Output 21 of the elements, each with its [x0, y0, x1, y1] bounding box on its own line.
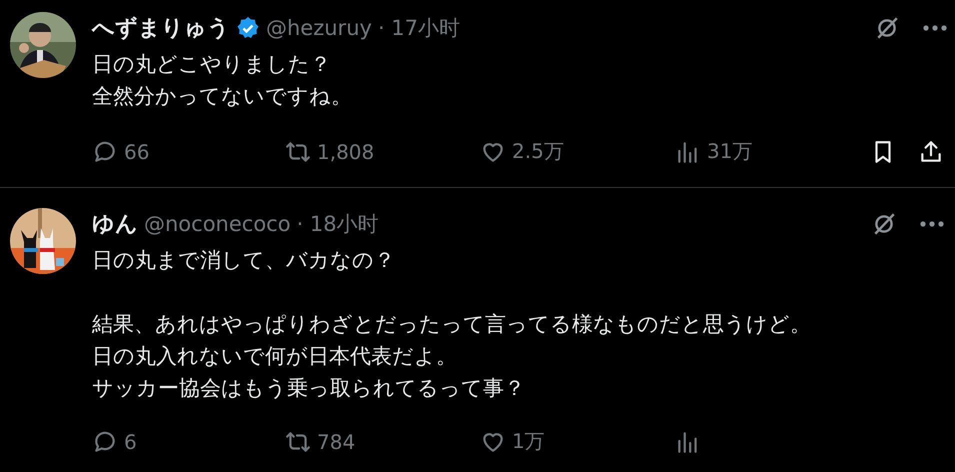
author-name[interactable]: へずまりゅう: [92, 13, 230, 43]
post-text-line: 日の丸入れないで何が日本代表だよ。: [92, 343, 457, 370]
post-text-line: サッカー協会はもう乗っ取られてるって事？: [92, 375, 525, 402]
views-button[interactable]: 31万: [675, 138, 752, 165]
post-text-line: 日の丸どこやりました？: [92, 51, 331, 78]
post-time[interactable]: · 18小时: [296, 210, 379, 238]
author-handle[interactable]: @noconecoco: [144, 212, 291, 236]
repost-button[interactable]: 1,808: [285, 138, 374, 164]
post-text-line: 結果、あれはやっぱりわざとだったって言ってる様なものだと思うけど。: [92, 311, 811, 338]
post-time[interactable]: · 17小时: [378, 14, 460, 42]
author-handle[interactable]: @hezuruy: [266, 16, 372, 40]
like-button[interactable]: 1万: [480, 428, 545, 455]
post-text-line: 全然分かってないですね。: [92, 83, 352, 110]
reply-button[interactable]: 6: [92, 428, 137, 454]
post-text-line: 日の丸まで消して、バカなの？: [92, 247, 395, 274]
like-button[interactable]: 2.5万: [480, 138, 564, 165]
author-name[interactable]: ゆん: [92, 209, 138, 239]
reply-button[interactable]: 66: [92, 138, 150, 164]
more-icon[interactable]: [922, 24, 948, 32]
more-icon[interactable]: [919, 220, 945, 228]
repost-button[interactable]: 784: [285, 428, 356, 454]
